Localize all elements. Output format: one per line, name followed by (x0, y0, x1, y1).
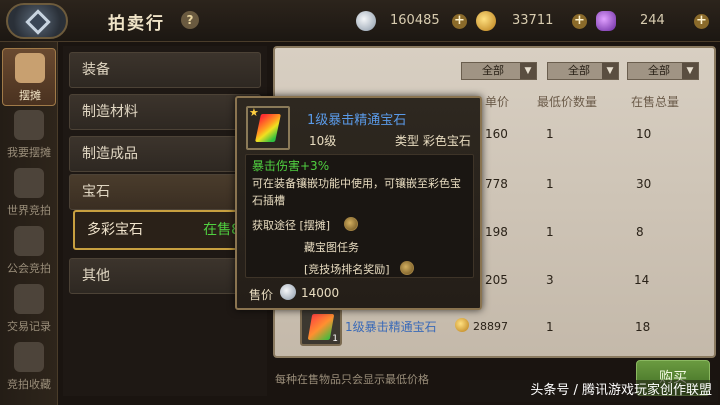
favorites-icon (14, 342, 44, 372)
chevron-down-icon: ▼ (520, 63, 536, 79)
stall-icon (14, 110, 44, 140)
nav-world-auction[interactable]: 世界竞拍 (2, 164, 56, 222)
subcategory-colorful-gem[interactable]: 多彩宝石 在售80 (73, 210, 261, 250)
category-equip[interactable]: 装备 (69, 52, 261, 88)
column-price: 单价 (485, 95, 510, 109)
silver-coin-icon (280, 284, 296, 300)
left-nav: 摆摊 我要摆摊 世界竞拍 公会竞拍 交易记录 竞拍收藏 (0, 42, 58, 405)
tooltip-source: 藏宝图任务 (304, 241, 359, 254)
silver-currency: 160485 + (356, 11, 468, 31)
watermark: 头条号 / 腾讯游戏玩家创作联盟 (460, 380, 718, 402)
column-on-sale: 在售总量 (631, 95, 680, 109)
tooltip-source: [竞技场排名奖励] (304, 263, 390, 276)
add-gem-button[interactable]: + (694, 14, 709, 29)
item-slot[interactable]: 1 (300, 308, 342, 346)
category-products[interactable]: 制造成品 (69, 136, 261, 172)
category-gem[interactable]: 宝石 (69, 174, 261, 210)
nav-label: 公会竞拍 (7, 262, 51, 275)
row-total: 30 (636, 177, 652, 191)
nav-label: 世界竞拍 (7, 204, 51, 217)
gem-currency: 244 + (596, 11, 712, 31)
row-min: 3 (546, 273, 554, 287)
nav-trade-record[interactable]: 交易记录 (2, 280, 56, 338)
row-price: 198 (485, 225, 508, 239)
gem-item-icon (307, 314, 335, 340)
search-icon[interactable] (344, 217, 358, 231)
diamond-icon (25, 9, 51, 35)
gem-amount: 244 (640, 13, 665, 28)
nav-label: 我要摆摊 (7, 146, 51, 159)
row-total: 10 (636, 127, 652, 141)
filter-dropdown[interactable]: 全部 ▼ (461, 62, 537, 80)
page-title: 拍卖行 (108, 14, 165, 34)
filter-value: 全部 (568, 64, 590, 77)
nav-label: 摆摊 (19, 89, 41, 102)
add-silver-button[interactable]: + (452, 14, 467, 29)
back-button[interactable] (6, 3, 68, 39)
star-icon: ★ (249, 106, 259, 119)
scales-icon (14, 168, 44, 198)
tooltip-description: 可在装备镶嵌功能中使用，可镶嵌至彩色宝石插槽 (252, 177, 461, 207)
row-price: 778 (485, 177, 508, 191)
add-gold-button[interactable]: + (572, 14, 587, 29)
category-other[interactable]: 其他 (69, 258, 261, 294)
row-min: 1 (546, 225, 554, 239)
tooltip-price: 14000 (301, 286, 340, 300)
tooltip-description-box: 暴击伤害+3% 可在装备镶嵌功能中使用，可镶嵌至彩色宝石插槽 获取途径 [摆摊]… (245, 154, 474, 278)
gold-currency: 33711 + (476, 11, 588, 31)
nav-guild-auction[interactable]: 公会竞拍 (2, 222, 56, 280)
filter-value: 全部 (482, 64, 504, 77)
row-total: 18 (635, 320, 651, 334)
tooltip-level: 10级 (309, 134, 337, 148)
chevron-down-icon: ▼ (602, 63, 618, 79)
tooltip-type: 类型 彩色宝石 (395, 134, 471, 148)
filter-dropdown[interactable]: 全部 ▼ (547, 62, 619, 80)
nav-label: 交易记录 (7, 320, 51, 333)
row-min: 1 (546, 127, 554, 141)
gem-item-icon (255, 114, 281, 142)
filter-dropdown[interactable]: 全部 ▼ (627, 62, 699, 80)
row-total: 14 (634, 273, 650, 287)
nav-my-stall[interactable]: 我要摆摊 (2, 106, 56, 164)
silver-coin-icon (356, 11, 376, 31)
gold-coin-icon (476, 11, 496, 31)
item-tooltip: ★ 1级暴击精通宝石 10级 类型 彩色宝石 暴击伤害+3% 可在装备镶嵌功能中… (235, 96, 482, 310)
gold-coin-icon (455, 318, 469, 332)
tooltip-attribute: 暴击伤害+3% (252, 159, 330, 173)
nav-stall[interactable]: 摆摊 (2, 48, 56, 106)
search-icon[interactable] (400, 261, 414, 275)
help-icon[interactable]: ? (181, 11, 199, 29)
row-min: 1 (546, 177, 554, 191)
chevron-down-icon: ▼ (682, 63, 698, 79)
tooltip-price-label: 售价 (249, 288, 274, 302)
guild-scales-icon (14, 226, 44, 256)
silver-amount: 160485 (390, 13, 440, 28)
category-materials[interactable]: 制造材料 (69, 94, 261, 130)
record-icon (14, 284, 44, 314)
filter-value: 全部 (648, 64, 670, 77)
tooltip-source: 获取途径 [摆摊] (252, 219, 331, 232)
item-count: 1 (332, 334, 338, 344)
row-price: 28897 (473, 320, 508, 333)
row-price: 160 (485, 127, 508, 141)
nav-favorites[interactable]: 竞拍收藏 (2, 338, 56, 396)
footer-note: 每种在售物品只会显示最低价格 (275, 373, 429, 386)
subcategory-label: 多彩宝石 (87, 222, 143, 238)
tooltip-item-slot: ★ (246, 106, 290, 150)
top-bar: 拍卖行 ? 160485 + 33711 + 244 + (0, 0, 720, 42)
gem-icon (596, 11, 616, 31)
row-total: 8 (636, 225, 644, 239)
row-min: 1 (546, 320, 554, 334)
row-price: 205 (485, 273, 508, 287)
gold-amount: 33711 (512, 13, 554, 28)
cart-icon (15, 53, 45, 83)
nav-label: 竞拍收藏 (7, 378, 51, 391)
column-min-qty: 最低价数量 (537, 95, 598, 109)
tooltip-item-name: 1级暴击精通宝石 (307, 113, 407, 128)
item-name[interactable]: 1级暴击精通宝石 (345, 318, 437, 335)
